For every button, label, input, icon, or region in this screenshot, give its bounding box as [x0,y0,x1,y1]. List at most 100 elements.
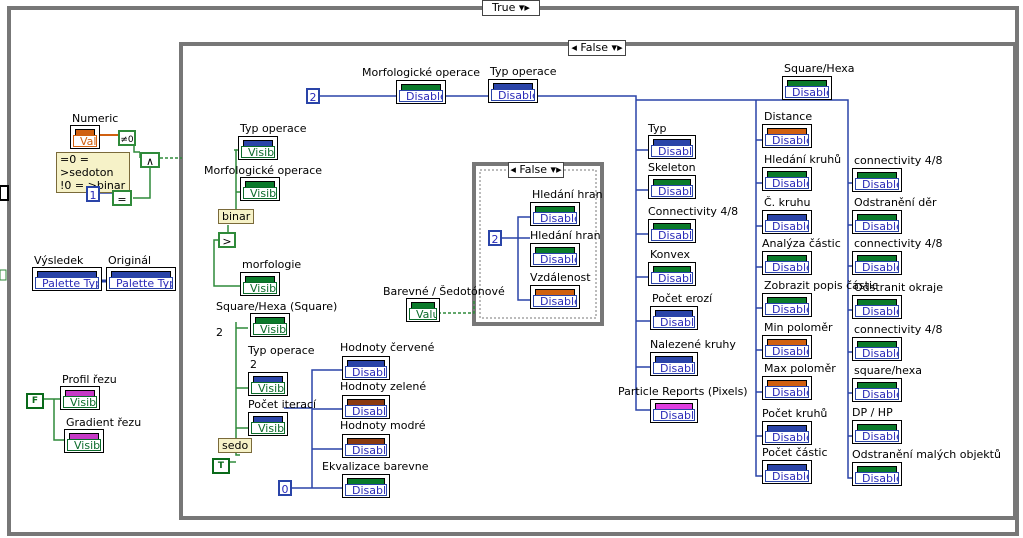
false-constant[interactable]: F [26,393,44,409]
col-b-node-2[interactable]: Disabled [762,210,812,234]
vysledek-node[interactable]: Palette Type [32,267,102,291]
top-square-node[interactable]: Disabled [782,76,832,100]
pocet-iteraci-value: Visible [251,422,285,434]
barevne-value: Value [409,308,437,320]
inner-case-selector[interactable]: ◂ False ▾▸ [568,40,626,56]
col-a-value-6: Disabled [653,409,695,421]
col-a-node-5[interactable]: Disabled [650,352,698,376]
equal-gate[interactable]: = [112,190,132,206]
col-b-label-7: Počet kruhů [762,407,828,420]
col-c-label-5: square/hexa [854,364,922,377]
top-morf-node[interactable]: Disabled [396,80,446,104]
profil-node[interactable]: Visible [60,386,100,410]
col-b-label-6: Max poloměr [764,362,836,375]
col-b-label-3: Analýza částic [762,237,841,250]
col-b-value-2: Disabled [765,220,809,232]
col-a-node-4[interactable]: Disabled [650,306,698,330]
barevne-node[interactable]: Value [406,298,440,322]
gradient-value: Visible [67,439,101,451]
const-zero[interactable]: 0 [278,480,292,496]
top-const-two[interactable]: 2 [306,88,320,104]
col-b-value-0: Disabled [765,134,809,146]
col-b-value-6: Disabled [765,386,809,398]
col-c-node-3[interactable]: Disabled [852,295,902,319]
nested-vzdalenost-node[interactable]: Disabled [530,285,580,309]
col-c-value-1: Disabled [855,220,899,232]
typ-operace2-node[interactable]: Visible [248,372,288,396]
col-b-node-3[interactable]: Disabled [762,251,812,275]
col-c-node-0[interactable]: Disabled [852,168,902,192]
col-c-value-5: Disabled [855,388,899,400]
col-b-node-1[interactable]: Disabled [762,167,812,191]
original-node[interactable]: Palette Type [106,267,176,291]
square-hexa-num: 2 [216,326,223,339]
square-hexa-node[interactable]: Visible [250,313,290,337]
col-a-node-0[interactable]: Disabled [648,135,696,159]
morfologie-node[interactable]: Visible [240,272,280,296]
typ-operace-label: Typ operace [240,122,307,135]
col-a-node-2[interactable]: Disabled [648,219,696,243]
col-c-label-6: DP / HP [852,406,893,419]
top-typ-value: Disabled [491,89,535,101]
nested-hrana1-node[interactable]: Disabled [530,202,580,226]
cervene-node[interactable]: Disabled [342,356,390,380]
ekvalizace-node[interactable]: Disabled [342,474,390,498]
col-b-node-5[interactable]: Disabled [762,335,812,359]
nested-case-selector[interactable]: ◂ False ▾▸ [508,162,564,178]
morf-node[interactable]: Visible [240,177,280,201]
nested-vzdalenost-value: Disabled [533,295,577,307]
col-b-node-7[interactable]: Disabled [762,421,812,445]
zelene-node[interactable]: Disabled [342,395,390,419]
col-a-node-6[interactable]: Disabled [650,399,698,423]
col-a-label-5: Nalezené kruhy [650,338,736,351]
top-typ-node[interactable]: Disabled [488,79,538,103]
col-c-node-5[interactable]: Disabled [852,378,902,402]
true-constant[interactable]: T [212,458,230,474]
col-c-label-4: connectivity 4/8 [854,323,943,336]
col-c-node-1[interactable]: Disabled [852,210,902,234]
col-c-value-0: Disabled [855,178,899,190]
col-b-node-0[interactable]: Disabled [762,124,812,148]
gradient-node[interactable]: Visible [64,429,104,453]
modre-value: Disabled [345,444,387,456]
vysledek-value: Palette Type [35,277,99,289]
col-b-node-8[interactable]: Disabled [762,460,812,484]
col-a-node-1[interactable]: Disabled [648,175,696,199]
col-a-label-0: Typ [648,122,667,135]
col-c-node-6[interactable]: Disabled [852,420,902,444]
cervene-value: Disabled [345,366,387,378]
morf-label: Morfologické operace [204,164,323,177]
numeric-node[interactable]: Value [70,125,100,149]
col-a-node-3[interactable]: Disabled [648,262,696,286]
col-c-label-7: Odstranění malých objektů [852,448,1001,461]
nested-hrana2-node[interactable]: Disabled [530,243,580,267]
col-a-value-1: Disabled [651,185,693,197]
col-c-node-7[interactable]: Disabled [852,462,902,486]
greater-gate[interactable]: > [218,232,236,248]
col-c-node-4[interactable]: Disabled [852,337,902,361]
zelene-value: Disabled [345,405,387,417]
nested-case-selector-label: False [519,163,548,176]
mode-text-line1: =0 = >sedoton [60,153,114,179]
outer-case-selector-label: True [492,1,516,14]
pocet-iteraci-node[interactable]: Visible [248,412,288,436]
col-c-value-3: Disabled [855,305,899,317]
col-b-node-6[interactable]: Disabled [762,376,812,400]
col-b-node-4[interactable]: Disabled [762,293,812,317]
binar-text: binar [218,209,255,224]
original-value: Palette Type [109,277,173,289]
cervene-label: Hodnoty červené [340,341,435,354]
and-gate[interactable]: ∧ [140,152,160,168]
barevne-label: Barevné / Šedotónové [383,285,505,298]
not-equal-zero-node[interactable]: ≠0 [118,130,136,146]
const-one[interactable]: 1 [86,186,100,202]
square-hexa-label: Square/Hexa (Square) [216,300,338,313]
modre-node[interactable]: Disabled [342,434,390,458]
col-c-node-2[interactable]: Disabled [852,251,902,275]
col-b-label-1: Hledání kruhů [764,153,842,166]
typ-operace-node[interactable]: Visible [238,136,278,160]
col-a-value-4: Disabled [653,316,695,328]
outer-case-selector[interactable]: True ▾▸ [482,0,540,16]
vysledek-label: Výsledek [34,254,84,267]
nested-const-two[interactable]: 2 [488,230,502,246]
